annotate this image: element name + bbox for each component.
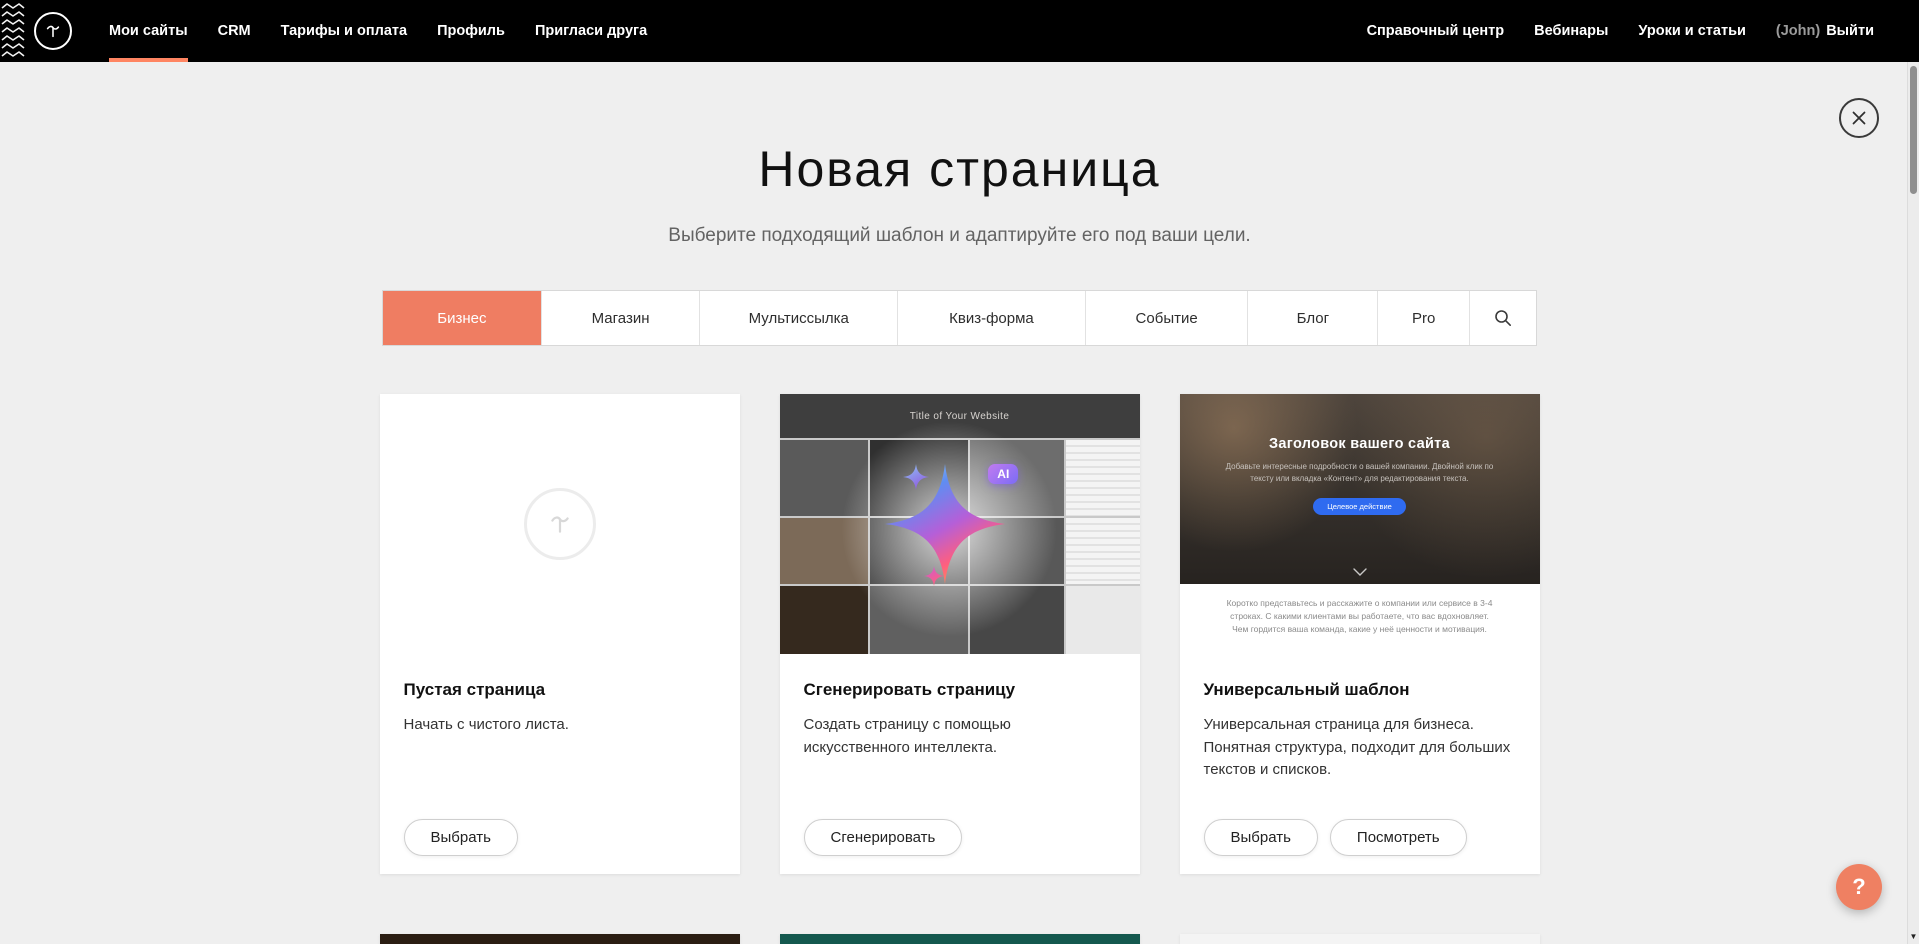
vertical-scrollbar[interactable]: ▲ ▼ [1907,0,1919,944]
card-title: Пустая страница [404,680,716,700]
scroll-down-icon[interactable]: ▼ [1908,932,1919,942]
template-hero: Заголовок вашего сайта Добавьте интересн… [1180,394,1540,584]
help-button[interactable]: ? [1836,864,1882,910]
nav-webinars[interactable]: Вебинары [1519,0,1623,62]
small-sparkle-icon [903,464,929,490]
tab-event[interactable]: Событие [1085,291,1248,345]
blank-page-preview [380,394,740,654]
main-content: Новая страница Выберите подходящий шабло… [0,140,1919,944]
template-hero-cta-button: Целевое действие [1313,498,1406,515]
ai-preview: Title of Your Website [780,394,1140,654]
template-grid-row-2 [380,934,1540,944]
template-preview [780,934,1140,944]
main-navigation: Мои сайты CRM Тарифы и оплата Профиль Пр… [94,0,662,62]
top-navbar: Мои сайты CRM Тарифы и оплата Профиль Пр… [0,0,1919,62]
card-description: Начать с чистого листа. [404,714,716,737]
page-subtitle: Выберите подходящий шаблон и адаптируйте… [0,224,1919,248]
close-icon [1851,110,1867,126]
template-preview: Заголовок вашего сайта Добавьте интересн… [1180,394,1540,654]
app-window: Мои сайты CRM Тарифы и оплата Профиль Пр… [0,0,1919,944]
card-title: Сгенерировать страницу [804,680,1116,700]
template-card-partial[interactable] [780,934,1140,944]
logout-link[interactable]: (John) Выйти [1761,0,1889,62]
zigzag-icon [0,1,26,61]
preview-button[interactable]: Посмотреть [1330,819,1467,856]
search-icon [1494,309,1512,327]
card-description: Универсальная страница для бизнеса. Поня… [1204,714,1516,782]
tab-blog[interactable]: Блог [1247,291,1377,345]
template-grid-row-1: Пустая страница Начать с чистого листа. … [380,394,1540,874]
template-card-universal[interactable]: Заголовок вашего сайта Добавьте интересн… [1180,394,1540,874]
scrollbar-thumb[interactable] [1910,66,1917,194]
tilda-watermark [524,488,596,560]
ai-badge: AI [988,464,1018,484]
nav-pricing[interactable]: Тарифы и оплата [266,0,422,62]
nav-my-sites[interactable]: Мои сайты [94,0,203,62]
logout-label: Выйти [1826,23,1874,39]
template-search-button[interactable] [1469,291,1536,345]
nav-invite-friend[interactable]: Пригласи друга [520,0,662,62]
template-card-partial[interactable] [380,934,740,944]
tab-multilink[interactable]: Мультиссылка [699,291,897,345]
template-category-tabs: Бизнес Магазин Мультиссылка Квиз-форма С… [382,290,1537,346]
template-hero-title: Заголовок вашего сайта [1269,436,1450,452]
tab-quiz-form[interactable]: Квиз-форма [897,291,1085,345]
template-card-ai-generate[interactable]: Title of Your Website [780,394,1140,874]
select-button[interactable]: Выбрать [404,819,518,856]
tilda-logo-icon [41,19,65,43]
nav-help-center[interactable]: Справочный центр [1352,0,1520,62]
nav-crm[interactable]: CRM [203,0,266,62]
card-title: Универсальный шаблон [1204,680,1516,700]
nav-lessons[interactable]: Уроки и статьи [1623,0,1760,62]
secondary-navigation: Справочный центр Вебинары Уроки и статьи… [1352,0,1889,62]
template-card-blank-page[interactable]: Пустая страница Начать с чистого листа. … [380,394,740,874]
tilda-watermark-icon [543,507,577,541]
template-preview [380,934,740,944]
chevron-down-icon [1353,568,1367,576]
template-preview [1180,934,1540,944]
page-title: Новая страница [0,140,1919,198]
zigzag-pattern-decoration [0,0,26,62]
user-name: (John) [1776,23,1820,39]
small-sparkle-icon [924,566,944,586]
close-button[interactable] [1839,98,1879,138]
generate-button[interactable]: Сгенерировать [804,819,963,856]
card-description: Создать страницу с помощью искусственног… [804,714,1116,759]
tab-business[interactable]: Бизнес [383,291,541,345]
template-body-text: Коротко представьтесь и расскажите о ком… [1226,597,1494,637]
select-button[interactable]: Выбрать [1204,819,1318,856]
template-hero-subtitle: Добавьте интересные подробности о вашей … [1219,461,1500,485]
tilda-logo[interactable] [34,12,72,50]
template-card-partial[interactable] [1180,934,1540,944]
tab-pro[interactable]: Pro [1377,291,1469,345]
nav-profile[interactable]: Профиль [422,0,520,62]
template-body-section: Коротко представьтесь и расскажите о ком… [1180,584,1540,654]
tab-store[interactable]: Магазин [541,291,700,345]
